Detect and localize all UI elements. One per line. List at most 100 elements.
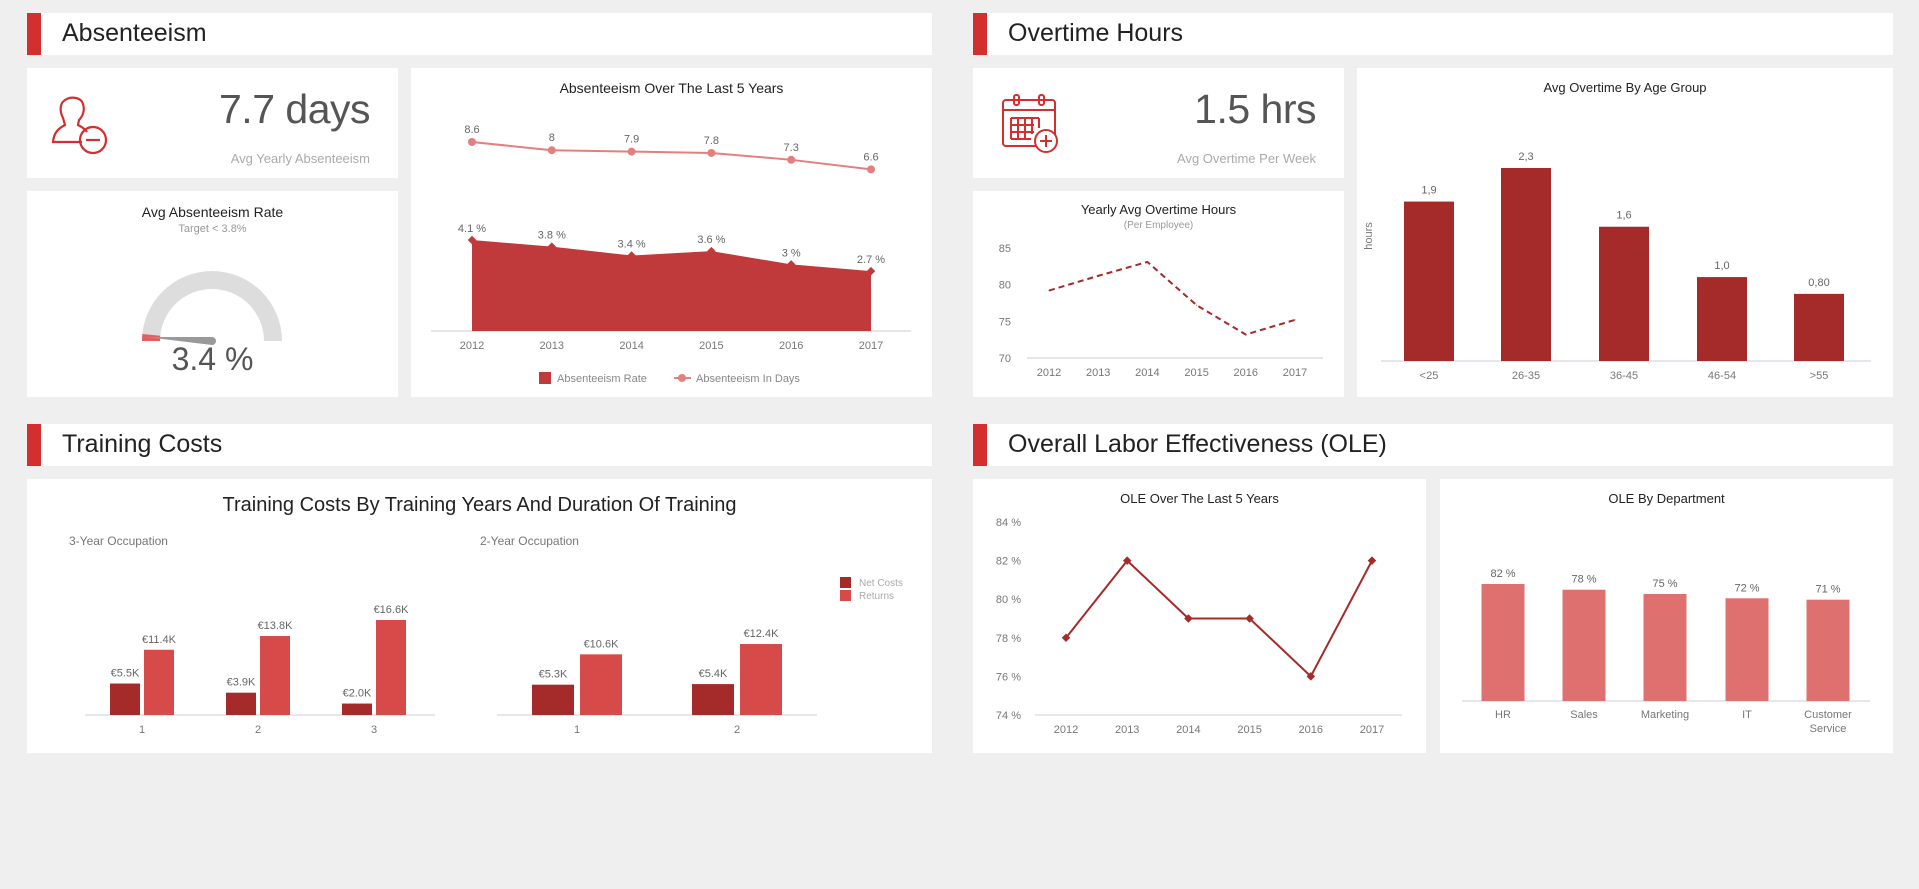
absenteeism-chart: 4.1 % 3.8 % 3.4 % 3.6 % 3 % 2.7 % 8.6 8 7.9 7.8 7.… — [431, 124, 911, 385]
x-tick-label: 2012 — [460, 340, 484, 352]
x-tick-label: Customer — [1804, 709, 1852, 721]
y-tick-label: 78 % — [996, 633, 1021, 645]
kpi-card-absenteeism: 7.7 days Avg Yearly Absenteeism — [27, 68, 398, 178]
data-label: 75 % — [1652, 578, 1677, 590]
data-label: €5.4K — [699, 668, 728, 680]
line-point — [1146, 261, 1148, 263]
section-title: Overtime Hours — [1008, 19, 1184, 47]
legend-label: Returns — [859, 591, 894, 602]
bar-returns — [144, 649, 174, 715]
legend-swatch-returns — [840, 590, 851, 601]
x-tick-label: IT — [1742, 709, 1752, 721]
data-label: 8.6 — [464, 124, 479, 136]
ole-line-chart: 74 % 76 % 78 % 80 % 82 % 84 % 2012 2013 2014 2015… — [996, 517, 1402, 736]
group-label: 2-Year Occupation — [480, 534, 579, 548]
x-tick-label: 2 — [255, 724, 261, 736]
section-title: Overall Labor Effectiveness (OLE) — [1008, 430, 1387, 458]
data-label: 1,0 — [1714, 260, 1729, 272]
data-label: €2.0K — [343, 688, 372, 700]
y-tick-label: 80 % — [996, 594, 1021, 606]
legend-label: Net Costs — [859, 578, 903, 589]
data-label: 71 % — [1815, 584, 1840, 596]
data-label: €10.6K — [584, 638, 620, 650]
bar — [1725, 598, 1769, 701]
y-tick-label: 80 — [999, 280, 1011, 292]
x-tick-label: 2015 — [699, 340, 723, 352]
line-point — [1196, 304, 1198, 306]
y-tick-label: 85 — [999, 243, 1011, 255]
x-tick-label: 2012 — [1054, 724, 1078, 736]
bar-returns — [580, 654, 622, 715]
kpi-label: Avg Overtime Per Week — [1177, 151, 1316, 166]
data-label: €13.8K — [258, 620, 294, 632]
x-tick-label: 2 — [734, 724, 740, 736]
line-point — [1097, 275, 1099, 277]
data-label: 7.9 — [624, 134, 639, 146]
data-label: €12.4K — [744, 628, 780, 640]
x-tick-label: 2017 — [859, 340, 883, 352]
data-label: 3.8 % — [538, 230, 566, 242]
y-tick-label: 70 — [999, 353, 1011, 365]
bar — [1404, 201, 1454, 361]
data-label: 6.6 — [863, 151, 878, 163]
x-tick-label: 2014 — [1176, 724, 1200, 736]
line-absenteeism-days — [471, 141, 872, 171]
x-tick-label: 2017 — [1283, 367, 1307, 379]
data-label: €5.3K — [539, 669, 568, 681]
chart-card-absenteeism-5y: Absenteeism Over The Last 5 Years 4.1 % 3… — [411, 68, 932, 397]
bar — [1643, 593, 1687, 701]
line-point — [627, 147, 636, 156]
bar — [1599, 226, 1649, 361]
user-minus-icon — [51, 92, 115, 161]
group-label: 3-Year Occupation — [69, 534, 168, 548]
x-tick-label: 2013 — [540, 340, 564, 352]
legend-label: Absenteeism Rate — [557, 373, 647, 385]
overtime-age-chart: hours 1,9 <25 2,3 26-35 1,6 36-45 1,0 46-54 0,80 >… — [1363, 151, 1871, 382]
kpi-label: Avg Yearly Absenteeism — [230, 151, 370, 166]
x-tick-label: 2017 — [1360, 724, 1384, 736]
data-label: 72 % — [1734, 582, 1759, 594]
x-tick-label: Marketing — [1641, 709, 1689, 721]
line-point — [468, 138, 476, 146]
x-tick-label: 2012 — [1037, 367, 1061, 379]
x-tick-label: >55 — [1810, 370, 1829, 382]
legend-swatch-days-dot — [678, 374, 686, 382]
section-accent-bar — [973, 13, 987, 55]
ole-dept-chart: 82 % HR 78 % Sales 75 % Marketing 72 % IT 71 % Cu… — [1462, 568, 1870, 735]
section-header-absenteeism: Absenteeism — [27, 13, 932, 55]
overtime-line-chart: 70 75 80 85 2012 2013 2014 2015 2016 2017 — [999, 243, 1323, 379]
bar-net-costs — [692, 684, 734, 715]
data-label: 1,6 — [1616, 210, 1631, 222]
data-label: 3.4 % — [618, 239, 646, 251]
bar — [1697, 277, 1747, 361]
line-point — [1294, 319, 1296, 321]
line-point — [707, 148, 716, 157]
x-tick-label: 36-45 — [1610, 370, 1638, 382]
x-tick-label: Service — [1810, 723, 1847, 735]
bar — [1501, 168, 1551, 361]
legend-swatch-rate — [539, 372, 551, 384]
chart-card-overtime-age: Avg Overtime By Age Group hours 1,9 <25 2,3… — [1357, 68, 1893, 397]
legend-label: Absenteeism In Days — [696, 373, 800, 385]
x-tick-label: 2016 — [1234, 367, 1258, 379]
bar — [1481, 584, 1525, 701]
gauge-track — [142, 271, 282, 341]
x-tick-label: 3 — [371, 724, 377, 736]
chart-card-ole-5y: OLE Over The Last 5 Years 74 % 76 % 78 % 80… — [973, 479, 1426, 753]
calendar-plus-icon — [1001, 94, 1061, 159]
section-accent-bar — [27, 424, 41, 466]
data-label: €11.4K — [142, 634, 177, 646]
gauge-value: 3.4 % — [171, 341, 254, 377]
x-tick-label: 46-54 — [1708, 370, 1736, 382]
bar — [1806, 599, 1850, 701]
data-label: €5.5K — [111, 668, 140, 680]
kpi-value: 7.7 days — [219, 86, 371, 132]
line-point — [1367, 556, 1377, 565]
data-label: 8 — [549, 132, 555, 144]
line-point — [1245, 334, 1247, 336]
data-label: €16.6K — [374, 604, 410, 616]
x-tick-label: HR — [1495, 709, 1511, 721]
section-header-training: Training Costs — [27, 424, 932, 466]
x-tick-label: 2016 — [779, 340, 803, 352]
x-tick-label: 2014 — [1135, 367, 1159, 379]
